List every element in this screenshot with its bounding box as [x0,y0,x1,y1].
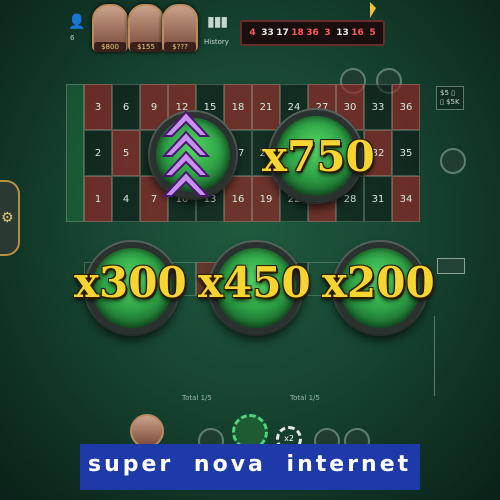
bet-cell[interactable]: 2 [84,130,112,176]
user-count: 6 [70,34,75,42]
zero-cell[interactable] [66,84,84,222]
bet-cell[interactable]: 31 [364,176,392,222]
player-avatar-1[interactable]: $800 [92,4,128,52]
bet-cell[interactable]: 18 [224,84,252,130]
bet-label-2: Total 1/5 [290,394,320,402]
result-number: 4 [249,28,256,38]
bet-cell[interactable]: 33 [364,84,392,130]
bet-cell[interactable]: 21 [252,84,280,130]
up-arrows-icon [161,110,211,197]
bet-label-1: Total 1/5 [182,394,212,402]
result-number: 5 [369,28,376,38]
banner-title: super nova internet [88,452,412,477]
gear-icon: ⚙ [1,210,14,226]
roulette-table[interactable]: 3691215182124273033362581114172023262932… [66,80,420,380]
player-avatar-2[interactable]: $155 [128,4,164,52]
result-number: 13 [336,28,349,38]
bet-cell[interactable]: 36 [392,84,420,130]
player-amount: $??? [164,42,196,52]
bet-cell[interactable]: 4 [112,176,140,222]
game-screen: 👤 6 $800 $155 $??? ▮▮▮ History 4 33 17 18 36… [0,0,500,500]
bet-cell[interactable]: 6 [112,84,140,130]
player-avatar-3[interactable]: $??? [162,4,198,52]
cursor-arrow-icon [370,2,376,18]
multiplier-label-4: x200 [322,258,435,307]
limit-box: $5 ▯ ▯ $5K [436,86,464,110]
result-number: 16 [351,28,364,38]
history-label: History [204,38,229,46]
player-amount: $155 [130,42,162,52]
bet-cell[interactable]: 16 [224,176,252,222]
dealer-avatar [130,414,164,448]
result-number: 18 [291,28,304,38]
limit-line: $5 ▯ [440,89,455,97]
result-number: 36 [306,28,319,38]
bet-cell[interactable]: 35 [392,130,420,176]
bet-cell[interactable]: 3 [84,84,112,130]
player-amount: $800 [94,42,126,52]
limit-line: ▯ $5K [440,98,460,106]
bet-cell[interactable]: 1 [84,176,112,222]
bet-cell[interactable]: 34 [392,176,420,222]
result-number: 33 [261,28,274,38]
results-strip: 4 33 17 18 36 3 13 16 5 [240,20,385,46]
multiplier-label-2: x300 [74,258,187,307]
bet-cell[interactable]: 5 [112,130,140,176]
history-icon[interactable]: ▮▮▮ [207,14,228,30]
side-button[interactable] [440,148,466,174]
users-icon: 👤 [68,14,86,30]
side-rail [434,316,465,396]
settings-tab[interactable]: ⚙ [0,180,20,256]
title-banner: super nova internet [80,444,420,490]
side-toggle[interactable] [437,258,465,274]
multiplier-label-1: x750 [262,132,375,181]
bet-cell[interactable]: 19 [252,176,280,222]
result-number: 3 [324,28,331,38]
result-number: 17 [276,28,289,38]
multiplier-label-3: x450 [198,258,311,307]
